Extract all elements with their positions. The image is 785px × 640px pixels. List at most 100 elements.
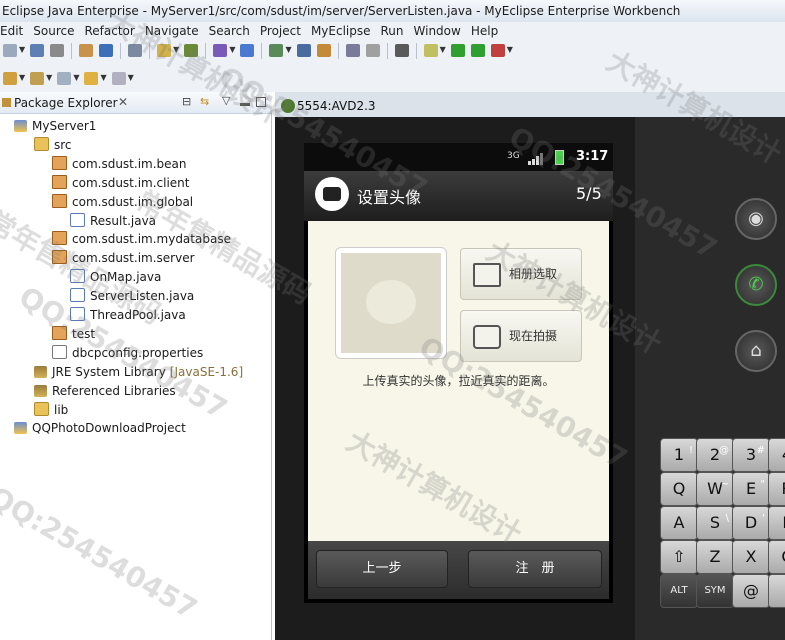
menu-item-navigate[interactable]: Navigate [145, 24, 199, 38]
toolbar-tool-icon[interactable] [450, 44, 465, 57]
view-menu-icon[interactable]: ▽ [222, 94, 230, 107]
toolbar-tool-icon[interactable] [213, 44, 228, 57]
menu-item-help[interactable]: Help [471, 24, 498, 38]
keyboard-key[interactable]: Q [660, 472, 698, 506]
toolbar-tool-icon[interactable] [99, 44, 114, 57]
dropdown-arrow-icon[interactable]: ▼ [229, 45, 235, 54]
menu-item-myeclipse[interactable]: MyEclipse [311, 24, 371, 38]
tree-item[interactable]: com.sdust.im.client [52, 174, 190, 192]
tree-item[interactable]: src [34, 136, 72, 154]
toolbar-tool-icon[interactable] [365, 44, 380, 57]
toolbar-tool-icon[interactable] [490, 44, 505, 57]
toolbar-tool-icon[interactable] [394, 44, 409, 57]
menu-item-refactor[interactable]: Refactor [84, 24, 134, 38]
keyboard-key[interactable]: ⇧ [660, 540, 698, 574]
toolbar-tool-icon[interactable] [423, 44, 438, 57]
home-button[interactable]: ⌂ [735, 330, 777, 372]
keyboard-key[interactable]: F [768, 506, 785, 540]
menu-item-source[interactable]: Source [33, 24, 74, 38]
close-view-icon[interactable]: ✕ [118, 95, 128, 109]
dropdown-arrow-icon[interactable]: ▼ [73, 73, 79, 82]
keyboard-key[interactable]: E " [732, 472, 770, 506]
menu-item-search[interactable]: Search [209, 24, 250, 38]
dropdown-arrow-icon[interactable]: ▼ [19, 45, 25, 54]
collapse-all-icon[interactable]: ⊟ [182, 95, 191, 108]
toolbar-nav-icon[interactable] [111, 72, 126, 85]
toolbar-tool-icon[interactable] [157, 44, 172, 57]
tree-item[interactable]: Result.java [70, 212, 156, 230]
toolbar-tool-icon[interactable] [316, 44, 331, 57]
tree-item[interactable]: test [52, 325, 95, 343]
dropdown-arrow-icon[interactable]: ▼ [46, 73, 52, 82]
keyboard-key[interactable]: ALT [660, 574, 698, 608]
tree-item[interactable]: QQPhotoDownloadProject [14, 419, 186, 437]
keyboard-key[interactable]: S \ [696, 506, 734, 540]
toolbar-tool-icon[interactable] [128, 44, 143, 57]
tree-item[interactable]: com.sdust.im.server [52, 249, 195, 267]
album-select-button[interactable]: 相册选取 [460, 248, 582, 300]
toolbar-tool-icon[interactable] [184, 44, 199, 57]
keyboard-key[interactable]: @ [732, 574, 770, 608]
tree-item[interactable]: Referenced Libraries [34, 382, 176, 400]
signal-icon [528, 153, 543, 165]
tree-item[interactable]: com.sdust.im.global [52, 193, 193, 211]
keyboard-key[interactable]: W ~ [696, 472, 734, 506]
tree-item[interactable]: ServerListen.java [70, 287, 194, 305]
menu-item-run[interactable]: Run [381, 24, 404, 38]
toolbar-tool-icon[interactable] [269, 44, 284, 57]
dropdown-arrow-icon[interactable]: ▼ [19, 73, 25, 82]
tree-item[interactable]: OnMap.java [70, 268, 161, 286]
toolbar-tool-icon[interactable] [79, 44, 94, 57]
tree-item[interactable]: lib [34, 401, 68, 419]
dropdown-arrow-icon[interactable]: ▼ [100, 73, 106, 82]
toolbar-tool-icon[interactable] [345, 44, 360, 57]
toolbar-tool-icon[interactable] [470, 44, 485, 57]
dropdown-arrow-icon[interactable]: ▼ [440, 45, 446, 54]
keyboard-key[interactable]: Z [696, 540, 734, 574]
keyboard-key[interactable]: R [768, 472, 785, 506]
link-with-editor-icon[interactable]: ⇆ [200, 95, 209, 108]
keyboard-key[interactable] [768, 574, 785, 608]
keyboard-key[interactable]: SYM [696, 574, 734, 608]
keyboard-key[interactable]: C [768, 540, 785, 574]
toolbar-nav-icon[interactable] [3, 72, 17, 85]
tree-item[interactable]: ThreadPool.java [70, 306, 186, 324]
keyboard-key[interactable]: 1! [660, 438, 698, 472]
toolbar-tool-icon[interactable] [296, 44, 311, 57]
menu-item-window[interactable]: Window [414, 24, 461, 38]
tree-item[interactable]: dbcpconfig.properties [52, 344, 203, 362]
keyboard-key[interactable]: X [732, 540, 770, 574]
app-title: 设置头像 [357, 188, 422, 207]
key-alt-label: @ [719, 445, 729, 456]
call-button[interactable]: ✆ [735, 264, 777, 306]
toolbar-tool-icon[interactable] [3, 44, 17, 57]
previous-step-button[interactable]: 上一步 [316, 550, 448, 588]
keyboard-key[interactable]: 4 [768, 438, 785, 472]
keyboard-key[interactable]: A [660, 506, 698, 540]
dropdown-arrow-icon[interactable]: ▼ [285, 45, 291, 54]
tree-item[interactable]: com.sdust.im.mydatabase [52, 230, 231, 248]
toolbar-nav-icon[interactable] [30, 72, 45, 85]
menu-item-edit[interactable]: Edit [0, 24, 23, 38]
keyboard-key[interactable]: 2 @ [696, 438, 734, 472]
minimize-view-icon[interactable] [240, 103, 250, 106]
toolbar-tool-icon[interactable] [50, 44, 65, 57]
tree-item[interactable]: JRE System Library [JavaSE-1.6] [34, 363, 243, 381]
toolbar-nav-icon[interactable] [84, 72, 99, 85]
keyboard-key[interactable]: D ' [732, 506, 770, 540]
dropdown-arrow-icon[interactable]: ▼ [128, 73, 134, 82]
menu-item-project[interactable]: Project [260, 24, 301, 38]
tree-item[interactable]: MyServer1 [14, 117, 96, 135]
dropdown-arrow-icon[interactable]: ▼ [173, 45, 179, 54]
dropdown-arrow-icon[interactable]: ▼ [507, 45, 513, 54]
emulator-tab[interactable]: 5554:AVD2.3 [275, 95, 615, 117]
toolbar-nav-icon[interactable] [57, 72, 72, 85]
toolbar-tool-icon[interactable] [30, 44, 45, 57]
register-button[interactable]: 注 册 [468, 550, 602, 588]
maximize-view-icon[interactable] [256, 97, 266, 107]
take-photo-button[interactable]: 现在拍摄 [460, 310, 582, 362]
toolbar-tool-icon[interactable] [240, 44, 255, 57]
camera-hw-button[interactable]: ◉ [735, 198, 777, 240]
keyboard-key[interactable]: 3 # [732, 438, 770, 472]
tree-item[interactable]: com.sdust.im.bean [52, 155, 187, 173]
